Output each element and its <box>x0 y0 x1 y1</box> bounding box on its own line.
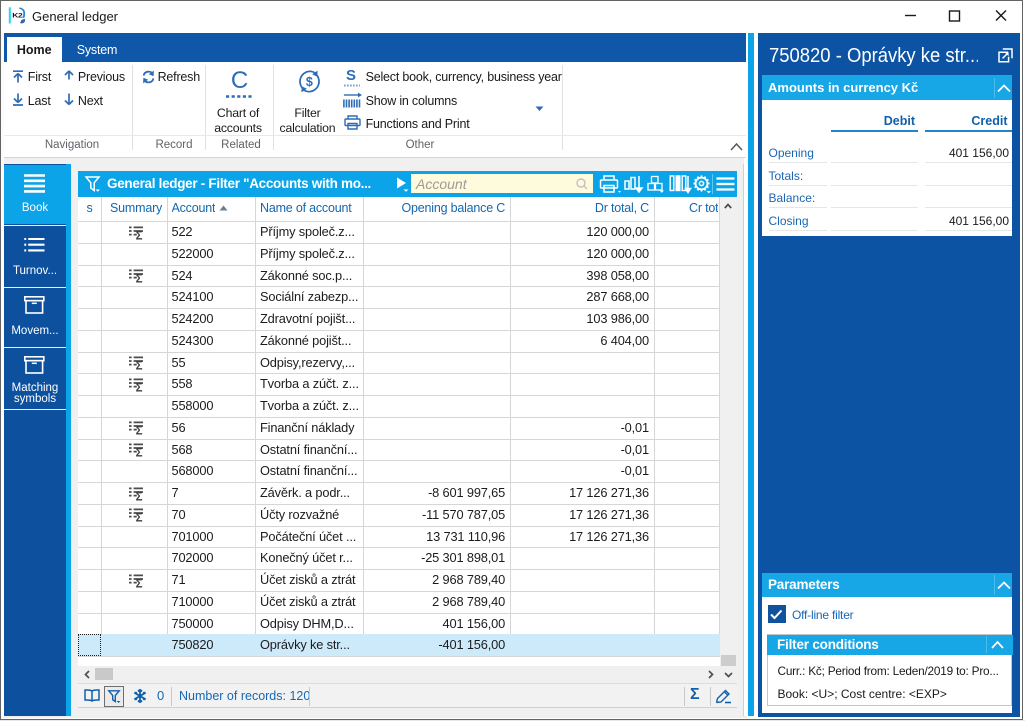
svg-text:K2: K2 <box>12 11 22 19</box>
svg-text:Σ: Σ <box>136 230 143 242</box>
svg-text:Σ: Σ <box>136 578 143 590</box>
svg-text:Σ: Σ <box>136 274 143 286</box>
svg-text:Σ: Σ <box>136 491 143 503</box>
svg-text:$: $ <box>305 75 312 89</box>
svg-text:Σ: Σ <box>136 426 143 438</box>
svg-text:Σ: Σ <box>136 382 143 394</box>
svg-text:Σ: Σ <box>136 448 143 460</box>
svg-text:Σ: Σ <box>136 361 143 373</box>
svg-text:Σ: Σ <box>136 513 143 525</box>
